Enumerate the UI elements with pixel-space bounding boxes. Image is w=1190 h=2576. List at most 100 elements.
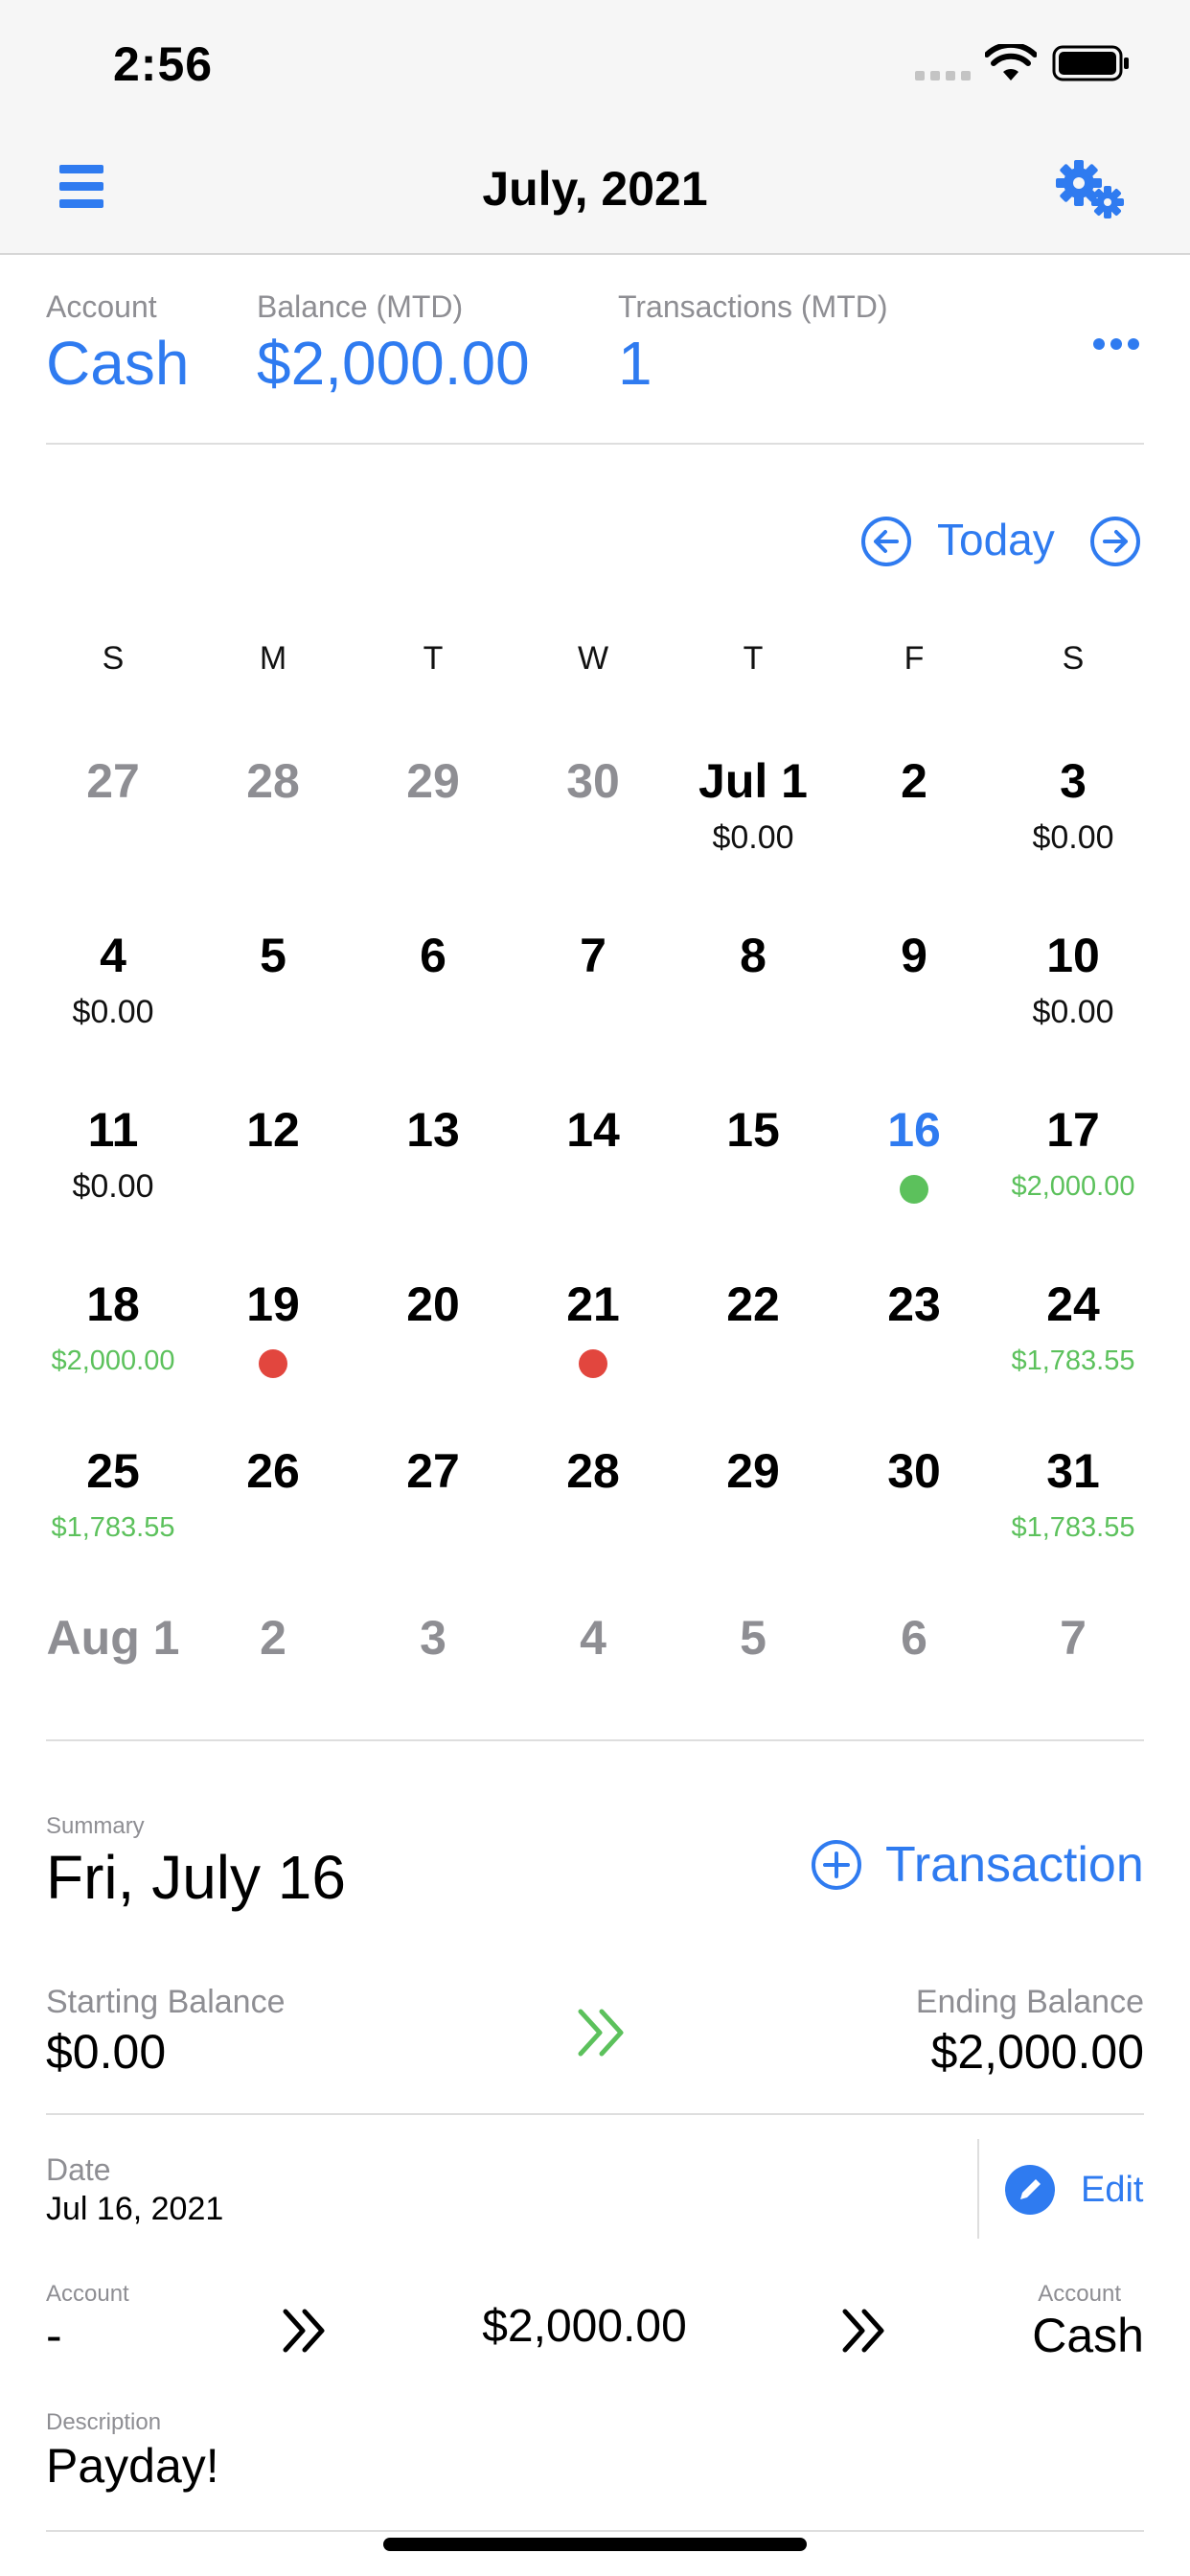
home-indicator[interactable] bbox=[383, 2538, 807, 2551]
weekday-label: S bbox=[102, 640, 125, 677]
calendar-day[interactable]: 18 $2,000.00 bbox=[46, 1276, 180, 1380]
balance-label: Balance (MTD) bbox=[257, 289, 464, 324]
calendar-day[interactable]: 7 bbox=[1006, 1610, 1140, 1666]
calendar-day[interactable]: 9 bbox=[847, 928, 981, 983]
day-number: 31 bbox=[1046, 1444, 1100, 1498]
calendar-day[interactable]: 29 bbox=[686, 1443, 820, 1499]
weekday-label: F bbox=[904, 640, 925, 677]
calendar-day[interactable]: 27 bbox=[46, 753, 180, 809]
page-title: July, 2021 bbox=[482, 162, 708, 216]
day-number: 11 bbox=[87, 1103, 139, 1157]
calendar-day[interactable]: Aug 1 bbox=[46, 1610, 180, 1666]
day-number: 18 bbox=[86, 1277, 140, 1331]
day-number: 29 bbox=[406, 754, 460, 808]
calendar-day[interactable]: 3 $0.00 bbox=[1006, 753, 1140, 857]
calendar-day[interactable]: 30 bbox=[847, 1443, 981, 1499]
day-number: 2 bbox=[260, 1611, 286, 1665]
date-value: Jul 16, 2021 bbox=[46, 2191, 224, 2227]
calendar-day[interactable]: 13 bbox=[366, 1102, 500, 1158]
today-button[interactable]: Today bbox=[937, 514, 1055, 565]
weekday-label: M bbox=[259, 640, 287, 677]
calendar-day[interactable]: 31 $1,783.55 bbox=[1006, 1443, 1140, 1547]
calendar-day[interactable]: 5 bbox=[686, 1610, 820, 1666]
day-projected-balance: $2,000.00 bbox=[1011, 1171, 1135, 1202]
day-number: 4 bbox=[580, 1611, 606, 1665]
edit-label: Edit bbox=[1081, 2169, 1144, 2210]
plus-circle-icon bbox=[812, 1840, 861, 1890]
day-balance: $0.00 bbox=[72, 994, 154, 1030]
calendar-day[interactable]: 10 $0.00 bbox=[1006, 928, 1140, 1031]
calendar-day[interactable]: 20 bbox=[366, 1276, 500, 1332]
more-button[interactable] bbox=[1092, 337, 1140, 356]
calendar-day[interactable]: 6 bbox=[847, 1610, 981, 1666]
calendar-day[interactable]: 28 bbox=[206, 753, 340, 809]
calendar-day[interactable]: 11 $0.00 bbox=[46, 1102, 180, 1206]
day-number: 28 bbox=[566, 1444, 620, 1498]
day-number: 10 bbox=[1046, 929, 1100, 982]
day-number: 17 bbox=[1046, 1103, 1100, 1157]
divider bbox=[46, 1739, 1144, 1741]
day-number: 19 bbox=[246, 1277, 300, 1331]
previous-month-button[interactable] bbox=[860, 516, 912, 572]
day-number: Aug 1 bbox=[46, 1611, 180, 1665]
income-dot-icon bbox=[900, 1175, 928, 1204]
day-number: 6 bbox=[901, 1611, 927, 1665]
calendar-day[interactable]: 12 bbox=[206, 1102, 340, 1158]
day-number: 27 bbox=[86, 754, 140, 808]
pencil-circle-icon bbox=[1005, 2165, 1055, 2215]
ending-balance-value: $2,000.00 bbox=[930, 2025, 1144, 2079]
calendar-day[interactable]: 8 bbox=[686, 928, 820, 983]
calendar-day[interactable]: 26 bbox=[206, 1443, 340, 1499]
calendar-day[interactable]: 24 $1,783.55 bbox=[1006, 1276, 1140, 1380]
to-account-label: Account bbox=[1038, 2281, 1121, 2307]
settings-button[interactable] bbox=[1054, 158, 1131, 226]
day-number: 4 bbox=[100, 929, 126, 982]
day-number: 3 bbox=[1060, 754, 1087, 808]
double-chevron-right-icon bbox=[575, 2006, 629, 2064]
calendar-day[interactable]: 19 bbox=[206, 1276, 340, 1378]
divider bbox=[46, 2113, 1144, 2115]
transaction-amount: $2,000.00 bbox=[482, 2301, 687, 2352]
day-number: 3 bbox=[420, 1611, 446, 1665]
summary-label: Summary bbox=[46, 1813, 145, 1839]
day-number: 7 bbox=[1060, 1611, 1087, 1665]
arrow-left-circle-icon bbox=[861, 517, 911, 566]
calendar-day[interactable]: 30 bbox=[526, 753, 660, 809]
calendar-day[interactable]: 29 bbox=[366, 753, 500, 809]
summary-date: Fri, July 16 bbox=[46, 1843, 346, 1912]
calendar-day[interactable]: 21 bbox=[526, 1276, 660, 1378]
weekday-label: W bbox=[577, 640, 609, 677]
calendar-day[interactable]: 2 bbox=[206, 1610, 340, 1666]
add-transaction-button[interactable]: Transaction bbox=[811, 1836, 1144, 1894]
day-number: 16 bbox=[887, 1103, 941, 1157]
edit-button[interactable]: Edit bbox=[1004, 2164, 1143, 2216]
calendar-day[interactable]: 3 bbox=[366, 1610, 500, 1666]
calendar-day[interactable]: 5 bbox=[206, 928, 340, 983]
calendar-day[interactable]: 2 bbox=[847, 753, 981, 809]
calendar-day[interactable]: 4 $0.00 bbox=[46, 928, 180, 1031]
calendar-day[interactable]: 4 bbox=[526, 1610, 660, 1666]
cellular-signal-icon bbox=[915, 69, 971, 87]
day-balance: $0.00 bbox=[72, 1168, 154, 1205]
calendar-day[interactable]: 7 bbox=[526, 928, 660, 983]
account-value[interactable]: Cash bbox=[46, 328, 189, 399]
calendar-day[interactable]: 15 bbox=[686, 1102, 820, 1158]
starting-balance-value: $0.00 bbox=[46, 2025, 167, 2079]
wifi-icon bbox=[984, 41, 1038, 87]
calendar-day[interactable]: 16 bbox=[847, 1102, 981, 1204]
calendar-day[interactable]: 14 bbox=[526, 1102, 660, 1158]
day-projected-balance: $1,783.55 bbox=[51, 1512, 175, 1543]
calendar-day[interactable]: 23 bbox=[847, 1276, 981, 1332]
calendar-day[interactable]: 22 bbox=[686, 1276, 820, 1332]
calendar-day[interactable]: 25 $1,783.55 bbox=[46, 1443, 180, 1547]
calendar-day[interactable]: 27 bbox=[366, 1443, 500, 1499]
divider bbox=[46, 2530, 1144, 2532]
next-month-button[interactable] bbox=[1089, 516, 1141, 572]
calendar-day[interactable]: Jul 1 $0.00 bbox=[686, 753, 820, 857]
calendar-day[interactable]: 28 bbox=[526, 1443, 660, 1499]
day-projected-balance: $2,000.00 bbox=[51, 1346, 175, 1376]
calendar-day[interactable]: 6 bbox=[366, 928, 500, 983]
calendar-day[interactable]: 17 $2,000.00 bbox=[1006, 1102, 1140, 1206]
add-transaction-label: Transaction bbox=[885, 1837, 1144, 1893]
day-balance: $0.00 bbox=[1032, 819, 1114, 856]
